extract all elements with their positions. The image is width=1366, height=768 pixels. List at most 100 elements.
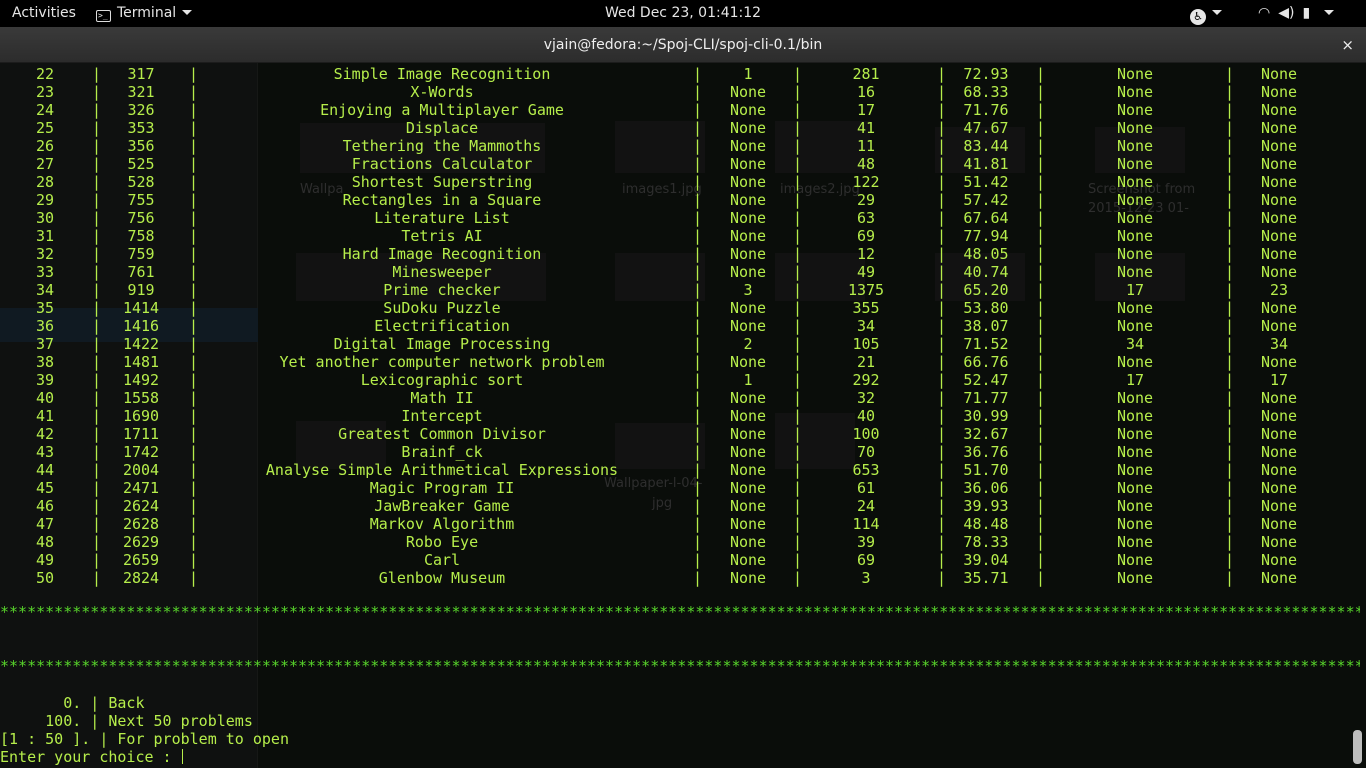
column-separator: | — [693, 569, 703, 587]
column-separator: | — [693, 335, 703, 353]
table-row: 28 528 Shortest Superstring None 122 51.42 Non… — [0, 173, 1366, 191]
best-score: None — [1116, 173, 1154, 191]
solved-count: None — [729, 101, 767, 119]
column-separator: | — [1225, 443, 1235, 461]
column-separator: | — [937, 137, 947, 155]
column-separator: | — [793, 119, 803, 137]
column-separator: | — [1036, 443, 1046, 461]
problem-code: 2659 — [122, 551, 160, 569]
column-separator: | — [92, 353, 102, 371]
problem-name: JawBreaker Game — [374, 497, 510, 515]
column-separator: | — [793, 533, 803, 551]
menu-option-next: 100. | Next 50 problems — [0, 712, 253, 730]
choice-prompt-line[interactable]: Enter your choice : — [0, 748, 183, 766]
column-separator: | — [92, 389, 102, 407]
column-separator: | — [937, 101, 947, 119]
best-score: None — [1116, 533, 1154, 551]
column-separator: | — [793, 83, 803, 101]
my-score: None — [1260, 407, 1298, 425]
column-separator: | — [793, 407, 803, 425]
table-row: 30 756 Literature List None 63 67.64 None None |… — [0, 209, 1366, 227]
solved-count: 1 — [743, 65, 753, 83]
solved-count: None — [729, 137, 767, 155]
column-separator: | — [693, 479, 703, 497]
best-score: None — [1116, 137, 1154, 155]
users-count: 34 — [856, 317, 876, 335]
table-row: 29 755 Rectangles in a Square None 29 57.42 No… — [0, 191, 1366, 209]
my-score: None — [1260, 83, 1298, 101]
chevron-down-icon — [1324, 10, 1335, 15]
clock[interactable]: Wed Dec 23, 01:41:12 — [605, 5, 761, 21]
app-menu[interactable]: >_ Terminal — [96, 0, 193, 27]
column-separator: | — [793, 515, 803, 533]
my-score: None — [1260, 389, 1298, 407]
column-separator: | — [793, 173, 803, 191]
column-separator: | — [1036, 65, 1046, 83]
column-separator: | — [189, 353, 199, 371]
column-separator: | — [92, 83, 102, 101]
column-separator: | — [1225, 353, 1235, 371]
column-separator: | — [1225, 461, 1235, 479]
row-index: 31 — [35, 227, 55, 245]
row-index: 45 — [35, 479, 55, 497]
column-separator: | — [693, 389, 703, 407]
close-icon[interactable]: × — [1341, 27, 1354, 63]
column-separator: | — [793, 497, 803, 515]
problem-name: Electrification — [374, 317, 510, 335]
problem-name: X-Words — [410, 83, 474, 101]
column-separator: | — [189, 245, 199, 263]
window-titlebar[interactable]: vjain@fedora:~/Spoj-CLI/spoj-cli-0.1/bin… — [0, 27, 1366, 63]
best-score: None — [1116, 65, 1154, 83]
accessibility-menu[interactable]: ♿ — [1190, 0, 1222, 27]
solved-count: None — [729, 533, 767, 551]
clock-container: Wed Dec 23, 01:41:12 — [0, 0, 1366, 27]
problem-code: 1422 — [122, 335, 160, 353]
row-index: 32 — [35, 245, 55, 263]
problem-code: 321 — [127, 83, 155, 101]
my-score: None — [1260, 263, 1298, 281]
column-separator: | — [1036, 407, 1046, 425]
accessibility-icon: ♿ — [1190, 9, 1206, 25]
column-separator: | — [693, 83, 703, 101]
terminal-scrollbar[interactable] — [1353, 730, 1362, 764]
column-separator: | — [92, 137, 102, 155]
terminal-view[interactable]: Wallpa images1.jpg images2.jpg Screensho… — [0, 63, 1366, 768]
menu-option-open: [1 : 50 ]. | For problem to open — [0, 730, 289, 748]
users-count: 355 — [852, 299, 880, 317]
best-score: None — [1116, 155, 1154, 173]
users-count: 16 — [856, 83, 876, 101]
best-score: None — [1116, 119, 1154, 137]
row-index: 29 — [35, 191, 55, 209]
system-status-menu[interactable]: ◠ ◀) ▮ — [1258, 0, 1342, 27]
column-separator: | — [693, 515, 703, 533]
table-row: 26 356 Tethering the Mammoths None 11 83.44 No… — [0, 137, 1366, 155]
column-separator: | — [1036, 335, 1046, 353]
best-score: None — [1116, 353, 1154, 371]
best-score: None — [1116, 317, 1154, 335]
row-index: 44 — [35, 461, 55, 479]
column-separator: | — [937, 389, 947, 407]
column-separator: | — [1225, 227, 1235, 245]
problem-code: 759 — [127, 245, 155, 263]
column-separator: | — [693, 299, 703, 317]
column-separator: | — [793, 389, 803, 407]
column-separator: | — [92, 173, 102, 191]
column-separator: | — [793, 551, 803, 569]
column-separator: | — [1225, 407, 1235, 425]
column-separator: | — [189, 101, 199, 119]
solved-count: 2 — [743, 335, 753, 353]
column-separator: | — [937, 191, 947, 209]
activities-button[interactable]: Activities — [12, 0, 76, 27]
column-separator: | — [937, 335, 947, 353]
column-separator: | — [937, 83, 947, 101]
column-separator: | — [92, 371, 102, 389]
accuracy: 67.64 — [963, 209, 1009, 227]
best-score: None — [1116, 83, 1154, 101]
column-separator: | — [937, 479, 947, 497]
column-separator: | — [793, 479, 803, 497]
column-separator: | — [937, 353, 947, 371]
row-index: 40 — [35, 389, 55, 407]
table-row: 44 2004 Analyse Simple Arithmetical Expres… — [0, 461, 1366, 479]
column-separator: | — [937, 371, 947, 389]
users-count: 292 — [852, 371, 880, 389]
